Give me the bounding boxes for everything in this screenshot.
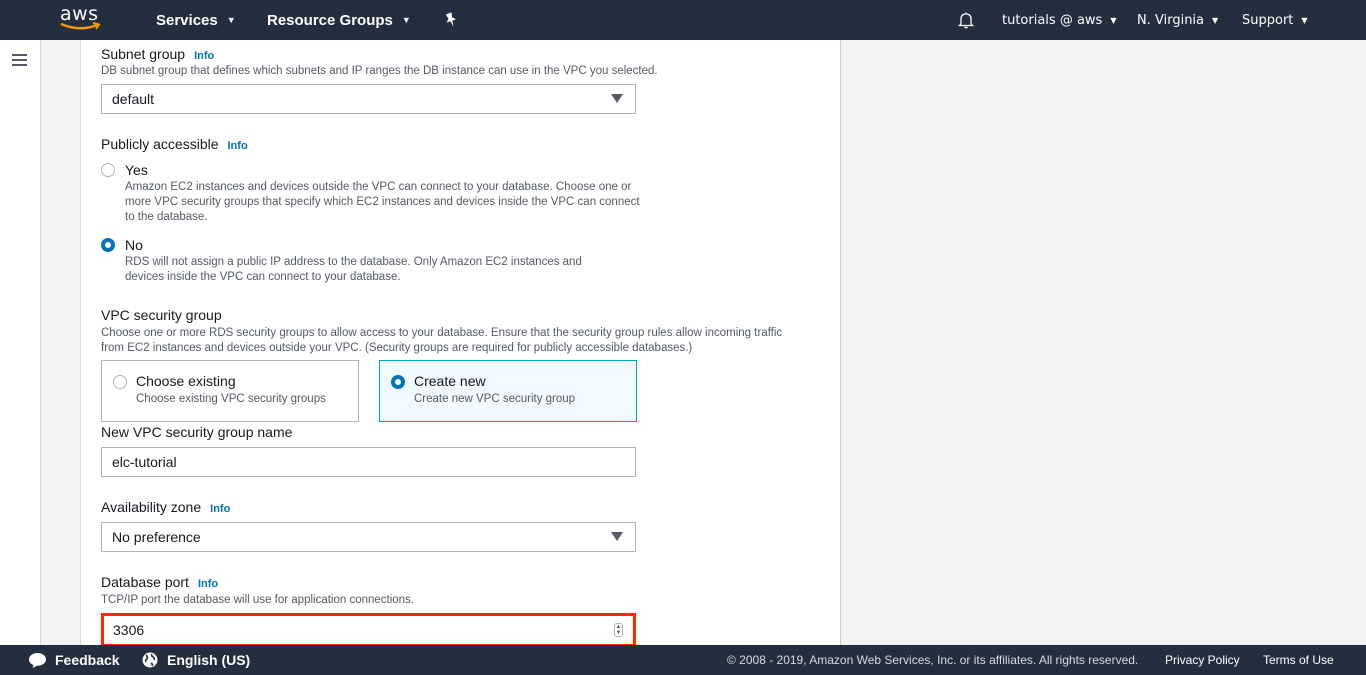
create-new-tile[interactable]: Create new Create new VPC security group xyxy=(379,360,637,422)
top-navigation: aws Services ▼ Resource Groups ▼ tutoria… xyxy=(0,0,1366,40)
chevron-down-icon: ▼ xyxy=(1212,15,1219,25)
public-no-description: RDS will not assign a public IP address … xyxy=(125,256,582,283)
public-no-radio[interactable] xyxy=(101,238,115,252)
language-selector[interactable]: English (US) xyxy=(142,645,250,675)
subnet-group-description: DB subnet group that defines which subne… xyxy=(101,65,658,77)
resource-groups-menu[interactable]: Resource Groups ▼ xyxy=(267,0,411,40)
subnet-group-field: Subnet group Info DB subnet group that d… xyxy=(101,46,658,79)
chevron-down-icon: ▼ xyxy=(1110,15,1117,25)
speech-bubble-icon xyxy=(29,652,46,668)
publicly-accessible-field: Publicly accessible Info xyxy=(101,136,248,152)
vpc-security-group-label: VPC security group xyxy=(101,307,222,323)
create-new-radio[interactable] xyxy=(391,375,405,389)
support-menu[interactable]: Support ▼ xyxy=(1242,0,1308,40)
database-port-field: Database port Info TCP/IP port the datab… xyxy=(101,574,414,608)
chevron-down-icon: ▼ xyxy=(401,15,411,25)
gutter xyxy=(41,40,80,645)
copyright-text: © 2008 - 2019, Amazon Web Services, Inc.… xyxy=(727,653,1139,667)
new-sg-name-input[interactable]: elc-tutorial xyxy=(101,447,636,477)
database-port-value: 3306 xyxy=(113,622,145,638)
availability-zone-select[interactable]: No preference xyxy=(101,522,636,552)
public-yes-label[interactable]: Yes xyxy=(125,162,148,178)
database-port-label: Database port xyxy=(101,574,189,590)
public-no-label[interactable]: No xyxy=(125,237,143,253)
services-label: Services xyxy=(156,11,218,29)
publicly-accessible-info-link[interactable]: Info xyxy=(228,140,248,152)
vpc-security-group-description: Choose one or more RDS security groups t… xyxy=(101,327,783,354)
feedback-button[interactable]: Feedback xyxy=(28,645,120,675)
chevron-down-icon: ▼ xyxy=(226,15,236,25)
availability-zone-info-link[interactable]: Info xyxy=(210,503,230,515)
support-label: Support xyxy=(1242,12,1294,28)
create-new-title: Create new xyxy=(414,373,486,389)
number-spinner-icon[interactable]: ▲ ▼ xyxy=(614,623,623,637)
new-sg-name-value: elc-tutorial xyxy=(112,454,177,470)
dropdown-arrow-icon xyxy=(611,532,623,541)
chevron-down-icon: ▼ xyxy=(1301,15,1308,25)
availability-zone-value: No preference xyxy=(112,529,201,545)
account-menu[interactable]: tutorials @ aws ▼ xyxy=(1002,0,1117,40)
subnet-group-select[interactable]: default xyxy=(101,84,636,114)
publicly-accessible-label: Publicly accessible xyxy=(101,136,219,152)
aws-logo[interactable]: aws xyxy=(60,4,102,36)
terms-of-use-link[interactable]: Terms of Use xyxy=(1263,645,1334,675)
privacy-policy-link[interactable]: Privacy Policy xyxy=(1165,645,1240,675)
region-label: N. Virginia xyxy=(1137,12,1205,28)
choose-existing-radio[interactable] xyxy=(113,375,127,389)
side-rail xyxy=(0,40,41,645)
hamburger-menu-icon[interactable] xyxy=(12,54,27,66)
database-port-info-link[interactable]: Info xyxy=(198,578,218,590)
pin-icon[interactable] xyxy=(444,12,458,28)
connectivity-form-panel: Subnet group Info DB subnet group that d… xyxy=(80,40,841,645)
bell-icon[interactable] xyxy=(957,11,975,29)
subnet-group-info-link[interactable]: Info xyxy=(194,50,214,62)
dropdown-arrow-icon xyxy=(611,94,623,103)
resource-groups-label: Resource Groups xyxy=(267,11,393,29)
language-label: English (US) xyxy=(167,652,251,668)
account-label: tutorials @ aws xyxy=(1002,12,1103,28)
choose-existing-title: Choose existing xyxy=(136,373,236,389)
region-menu[interactable]: N. Virginia ▼ xyxy=(1137,0,1218,40)
subnet-group-label: Subnet group xyxy=(101,46,186,62)
globe-icon xyxy=(142,652,158,668)
choose-existing-description: Choose existing VPC security groups xyxy=(136,393,326,405)
choose-existing-tile[interactable]: Choose existing Choose existing VPC secu… xyxy=(101,360,359,422)
new-sg-name-label: New VPC security group name xyxy=(101,424,293,440)
public-yes-description: Amazon EC2 instances and devices outside… xyxy=(125,181,640,223)
new-sg-name-field: New VPC security group name xyxy=(101,424,292,440)
aws-logo-text: aws xyxy=(60,3,99,25)
footer: Feedback English (US) © 2008 - 2019, Ama… xyxy=(0,645,1366,675)
database-port-input[interactable]: 3306 ▲ ▼ xyxy=(101,613,636,645)
database-port-description: TCP/IP port the database will use for ap… xyxy=(101,594,415,606)
feedback-label: Feedback xyxy=(55,652,120,668)
services-menu[interactable]: Services ▼ xyxy=(156,0,236,40)
availability-zone-field: Availability zone Info xyxy=(101,499,230,515)
subnet-group-value: default xyxy=(112,91,155,107)
aws-smile-icon xyxy=(60,22,101,30)
create-new-description: Create new VPC security group xyxy=(414,393,576,405)
availability-zone-label: Availability zone xyxy=(101,499,202,515)
vpc-security-group-field: VPC security group Choose one or more RD… xyxy=(101,307,801,356)
public-yes-radio[interactable] xyxy=(101,163,115,177)
